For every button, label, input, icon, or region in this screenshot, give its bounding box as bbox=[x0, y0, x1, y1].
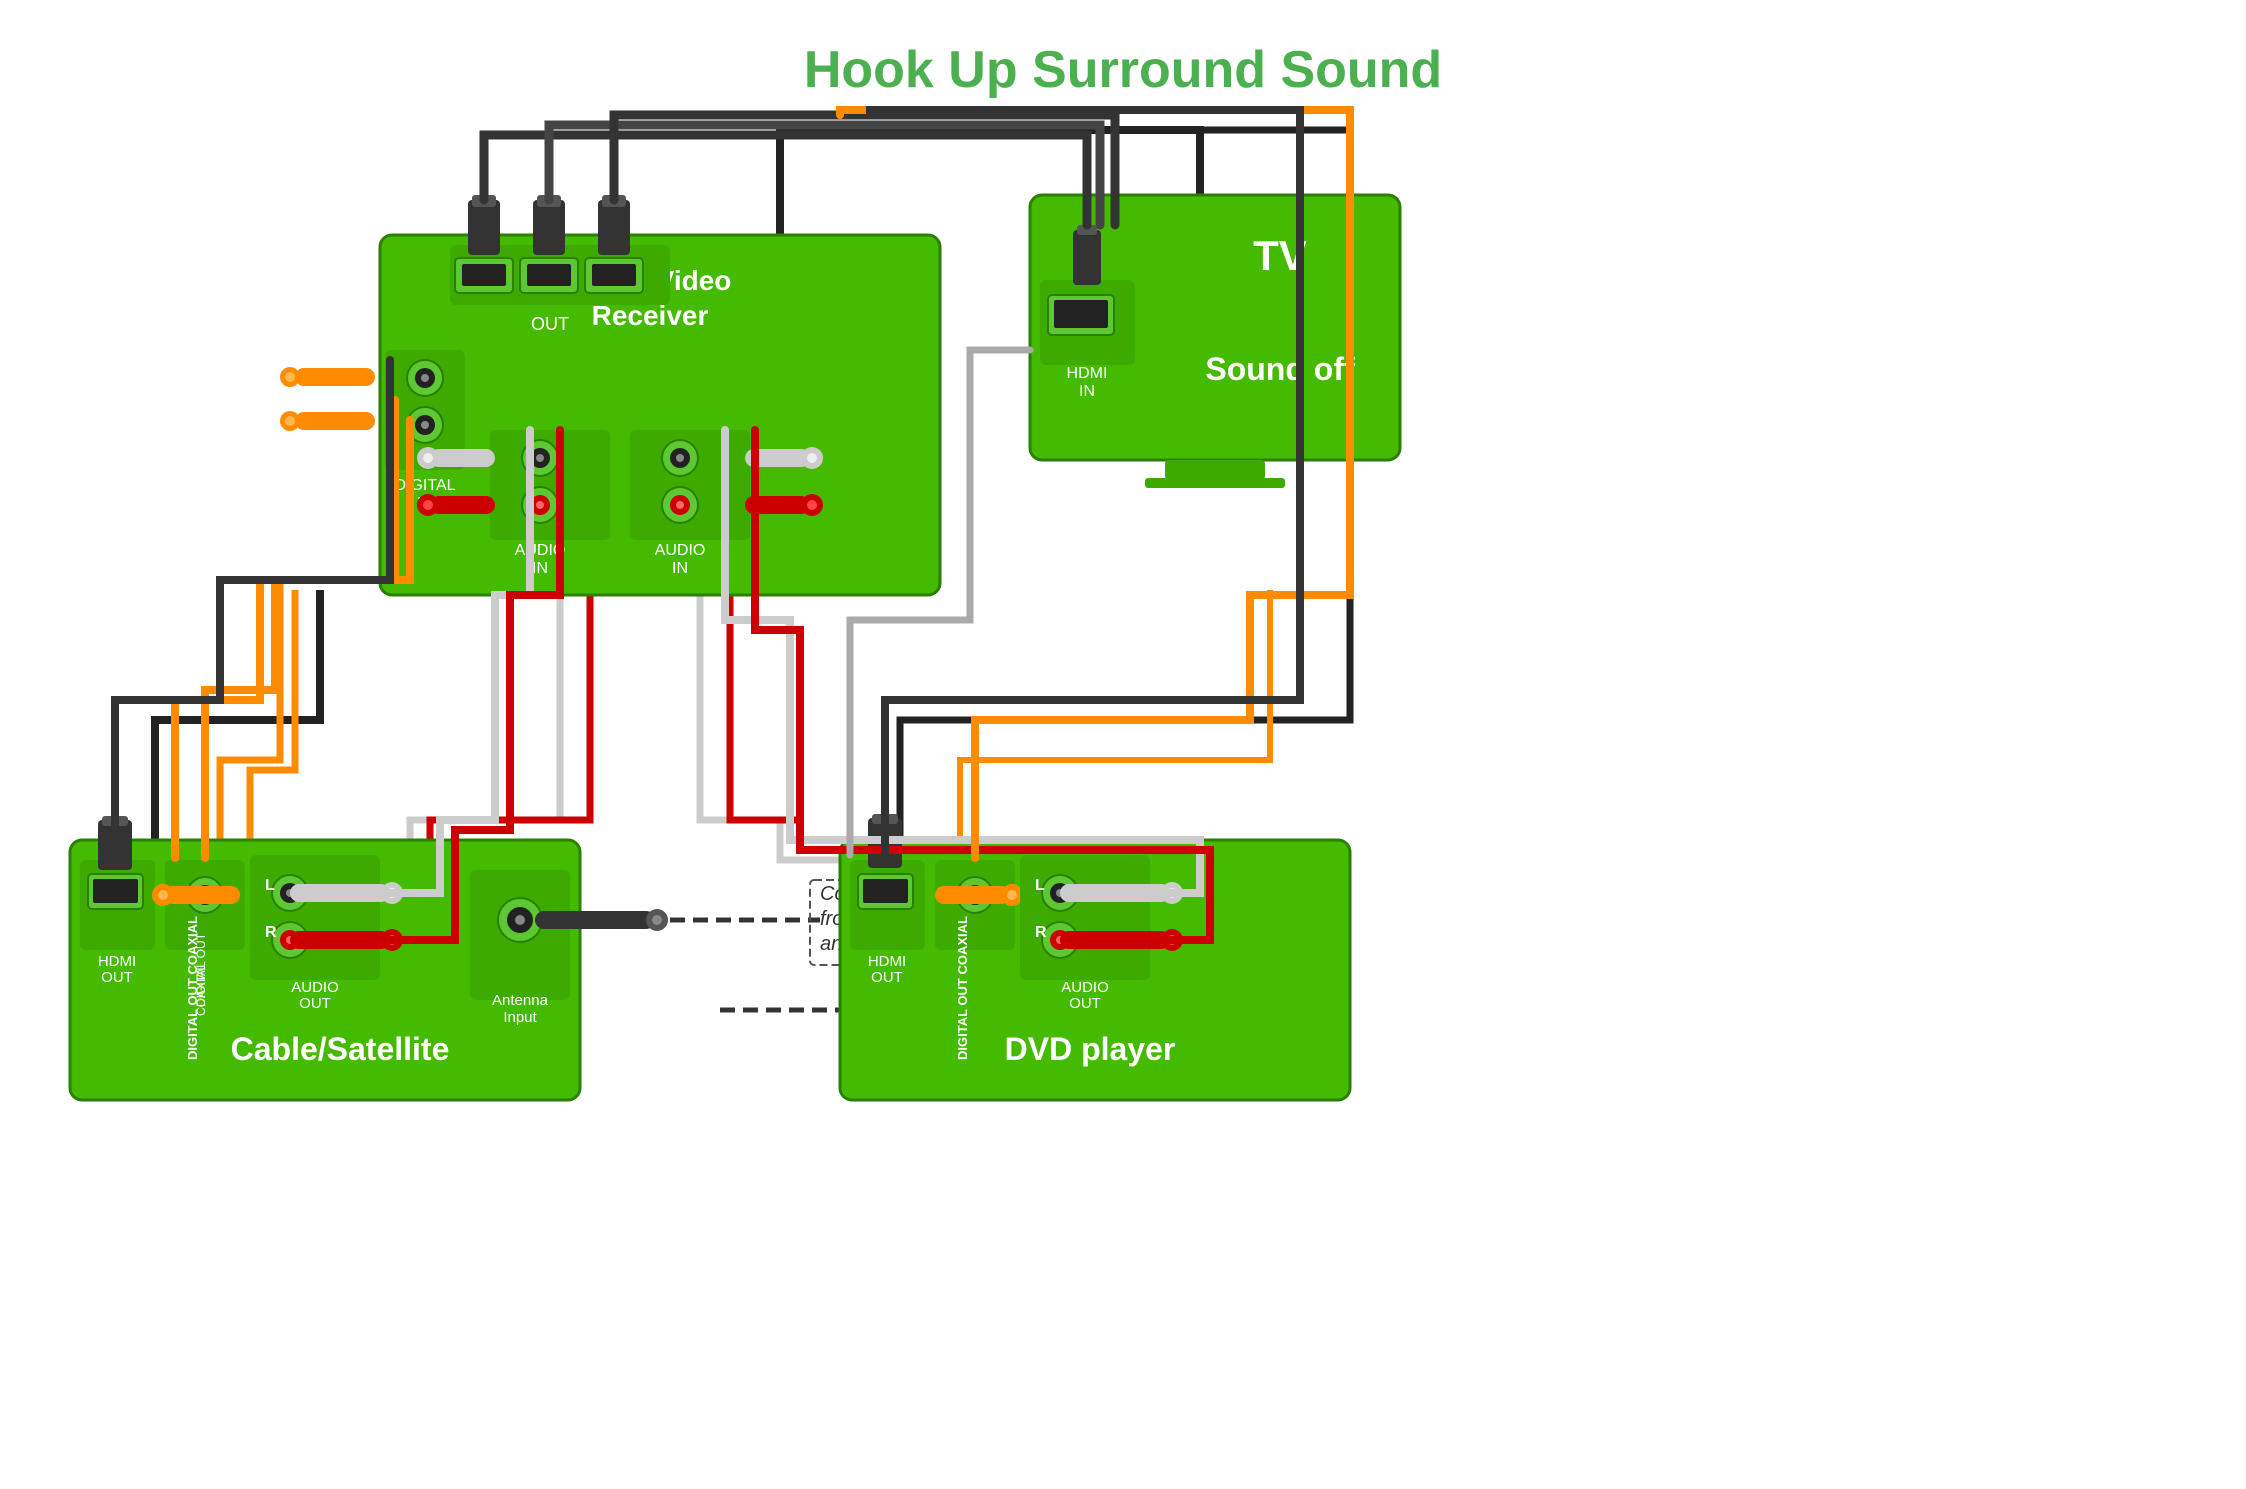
diagram: Audio/Video Receiver OUT DIGITAL IN AU bbox=[0, 0, 2246, 1489]
svg-text:HDMI: HDMI bbox=[1067, 365, 1108, 382]
svg-text:L: L bbox=[265, 877, 275, 894]
svg-text:L: L bbox=[1035, 877, 1045, 894]
svg-text:OUT: OUT bbox=[101, 969, 133, 986]
svg-text:HDMI: HDMI bbox=[98, 953, 136, 970]
svg-text:DIGITAL OUT COAXIAL: DIGITAL OUT COAXIAL bbox=[185, 916, 200, 1060]
svg-text:DIGITAL OUT COAXIAL: DIGITAL OUT COAXIAL bbox=[955, 916, 970, 1060]
svg-text:Sound off: Sound off bbox=[1205, 351, 1355, 387]
svg-text:OUT: OUT bbox=[299, 995, 331, 1012]
svg-text:Input: Input bbox=[503, 1009, 537, 1026]
svg-text:DVD player: DVD player bbox=[1005, 1031, 1176, 1067]
svg-text:IN: IN bbox=[1079, 383, 1095, 400]
svg-text:DIGITAL: DIGITAL bbox=[394, 477, 455, 494]
svg-text:R: R bbox=[265, 924, 277, 941]
svg-text:IN: IN bbox=[532, 560, 548, 577]
svg-text:AUDIO: AUDIO bbox=[655, 542, 706, 559]
svg-text:IN: IN bbox=[672, 560, 688, 577]
svg-text:AUDIO: AUDIO bbox=[1061, 979, 1109, 996]
svg-text:OUT: OUT bbox=[1069, 995, 1101, 1012]
svg-text:HDMI: HDMI bbox=[868, 953, 906, 970]
svg-text:OUT: OUT bbox=[531, 314, 569, 334]
svg-text:R: R bbox=[1035, 924, 1047, 941]
svg-text:AUDIO: AUDIO bbox=[291, 979, 339, 996]
svg-text:Cable/Satellite: Cable/Satellite bbox=[231, 1031, 450, 1067]
svg-text:Antenna: Antenna bbox=[492, 992, 549, 1009]
svg-text:OUT: OUT bbox=[871, 969, 903, 986]
